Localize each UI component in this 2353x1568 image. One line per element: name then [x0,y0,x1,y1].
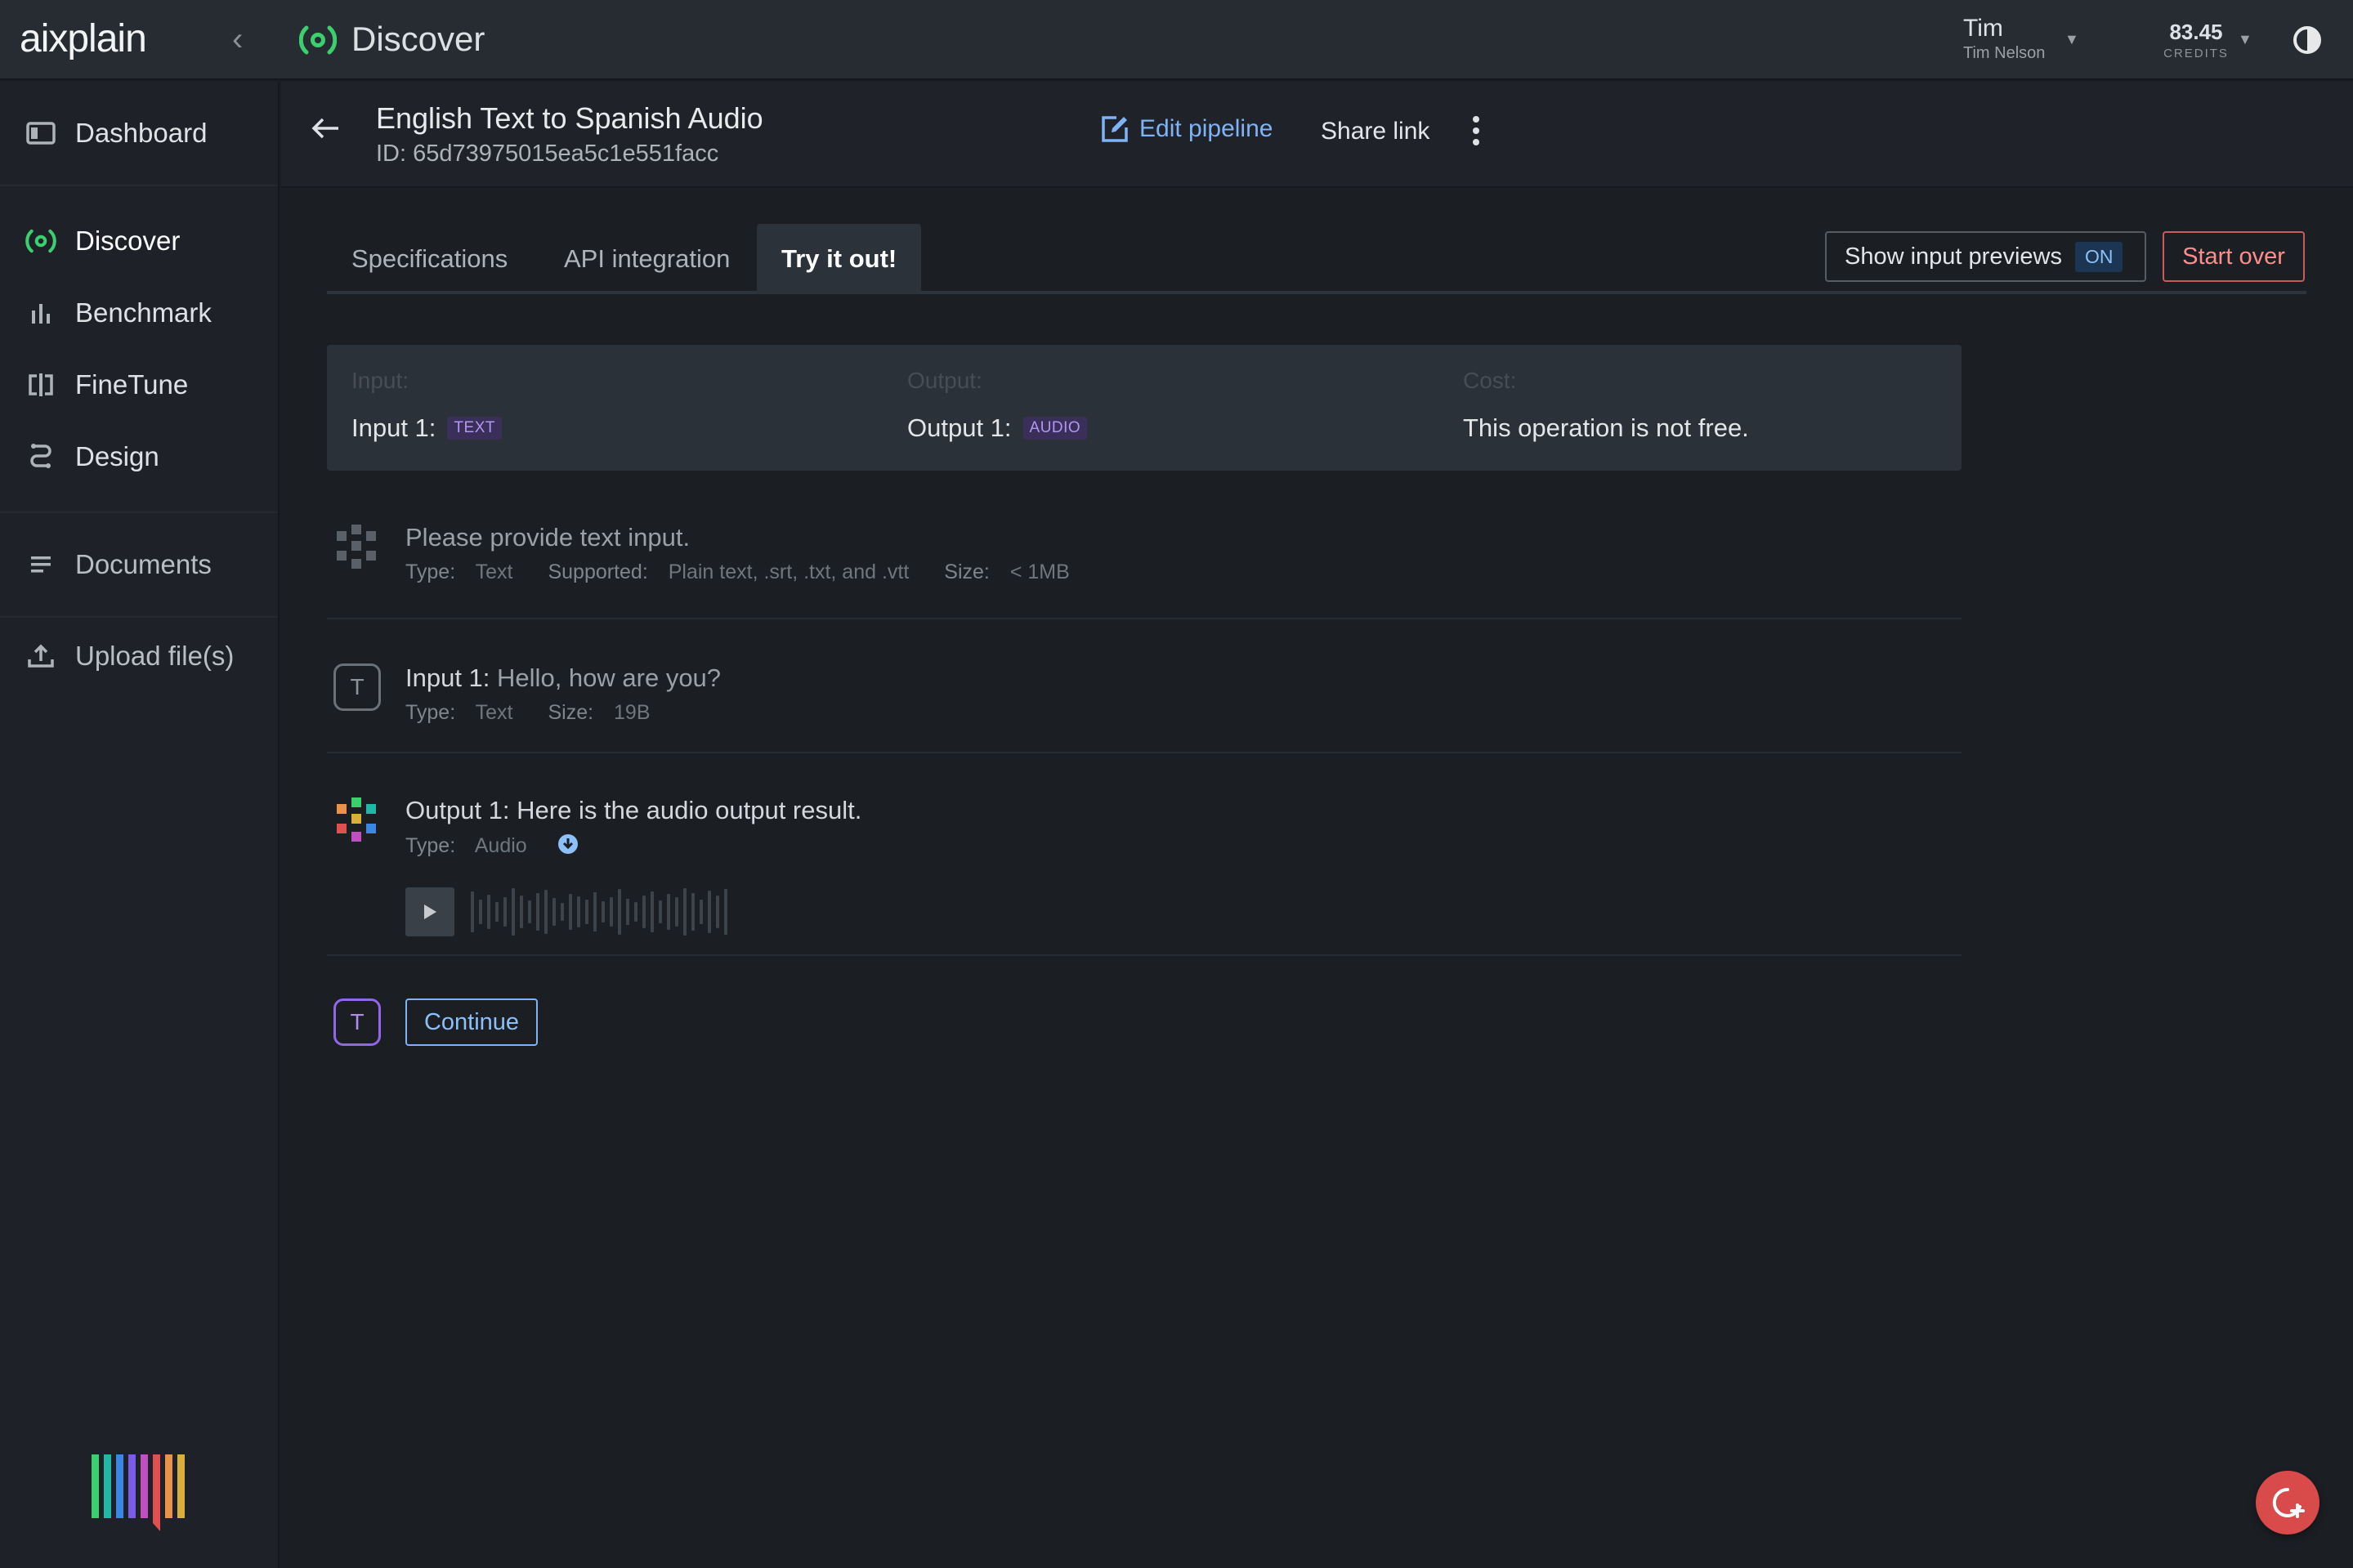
sidebar-item-design[interactable]: Design [25,436,159,477]
tab-specifications[interactable]: Specifications [351,224,508,294]
documents-icon [25,548,57,581]
user-name: Tim [1963,15,2003,42]
credits-label: CREDITS [2163,47,2229,60]
summary-output-label: Output: [907,368,982,393]
summary-cost-value: This operation is not free. [1463,413,1749,442]
output-type-tag: AUDIO [1022,417,1088,440]
dashboard-icon [25,117,57,150]
credits-display[interactable]: 83.45 CREDITS [2151,20,2241,60]
back-arrow-icon[interactable] [311,116,340,145]
input-type-tag: TEXT [447,417,502,440]
discover-icon [298,23,338,61]
audio-player [405,887,732,936]
sidebar-item-documents[interactable]: Documents [25,544,212,585]
sidebar-item-label: Design [75,441,159,471]
io-summary-card: Input: Input 1: TEXT Output: Output 1: A… [327,345,1962,471]
start-over-button[interactable]: Start over [2163,231,2305,282]
output-row: Output 1: Here is the audio output resul… [327,796,1962,936]
finetune-icon [25,369,57,401]
output-label: Output 1: [405,796,510,824]
summary-cost-label: Cost: [1463,368,1517,393]
output-text: Here is the audio output result. [517,796,862,824]
app-logo[interactable]: aixplain [20,16,147,61]
prompt-text: Please provide text input. [405,523,691,552]
sidebar: Dashboard Discover Benchmark FineTune De… [0,82,280,1568]
sidebar-item-finetune[interactable]: FineTune [25,364,188,405]
grid-dots-icon [333,523,381,570]
tab-api-integration[interactable]: API integration [564,224,730,294]
pipeline-header: English Text to Spanish Audio ID: 65d739… [281,82,2353,188]
chat-add-icon [2272,1487,2305,1518]
edit-pipeline-button[interactable]: Edit pipeline [1100,114,1273,144]
show-input-previews-toggle[interactable]: Show input previews ON [1825,231,2146,282]
summary-output-value: Output 1: [907,413,1012,442]
more-options-icon[interactable] [1471,114,1481,151]
sidebar-item-benchmark[interactable]: Benchmark [25,293,212,333]
next-input-badge: T [333,998,381,1046]
support-chat-button[interactable] [2256,1471,2319,1534]
brand-mark-icon [92,1453,188,1539]
pipeline-id: ID: 65d73975015ea5c1e551facc [376,141,719,167]
page-section-title: Discover [351,20,485,58]
sidebar-item-label: Documents [75,549,212,579]
sidebar-item-label: Benchmark [75,297,212,328]
input-text: Hello, how are you? [497,663,722,692]
sidebar-item-label: Dashboard [75,118,208,148]
upload-icon [25,640,57,672]
sidebar-item-discover[interactable]: Discover [25,221,180,261]
summary-input-label: Input: [351,368,409,393]
pipeline-title: English Text to Spanish Audio [376,101,763,135]
input-text-badge: T [333,663,381,711]
play-button[interactable] [405,887,454,936]
collapse-sidebar-button[interactable]: ‹ [232,21,243,58]
bar-chart-icon [25,297,57,329]
output-color-grid-icon [333,796,381,843]
sidebar-item-label: Upload file(s) [75,641,235,671]
sidebar-item-label: Discover [75,226,181,256]
toggle-state-badge: ON [2074,241,2123,272]
sidebar-item-label: FineTune [75,369,189,400]
audio-waveform[interactable] [471,887,732,936]
input-label: Input 1: [405,663,490,692]
edit-icon [1102,116,1128,142]
user-caret-icon[interactable]: ▼ [2064,31,2079,48]
download-icon[interactable] [557,833,579,860]
user-menu[interactable]: Tim Tim Nelson [1963,15,2078,63]
credits-value: 83.45 [2169,20,2223,44]
theme-toggle-icon[interactable] [2292,25,2323,60]
continue-button[interactable]: Continue [405,998,538,1046]
tab-try-it-out[interactable]: Try it out! [757,224,922,294]
top-bar: aixplain ‹ Discover Tim Tim Nelson ▼ 83.… [0,0,2353,80]
sidebar-item-upload[interactable]: Upload file(s) [25,636,234,677]
sidebar-item-dashboard[interactable]: Dashboard [25,113,207,154]
share-link-button[interactable]: Share link [1321,118,1429,145]
design-icon [25,440,57,473]
user-full-name: Tim Nelson [1963,44,2046,62]
play-icon [424,905,436,919]
summary-input-value: Input 1: [351,413,436,442]
discover-icon [25,225,57,257]
credits-caret-icon[interactable]: ▼ [2238,31,2252,48]
